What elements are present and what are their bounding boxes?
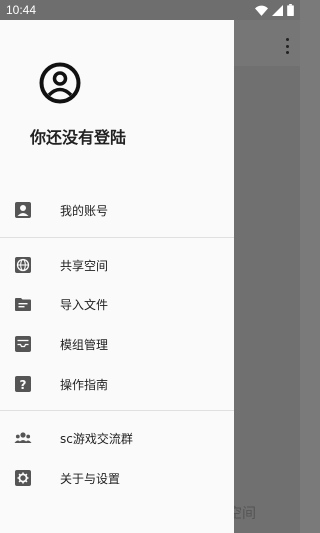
globe-icon — [15, 257, 31, 273]
menu-item-guide[interactable]: ? 操作指南 — [0, 364, 234, 404]
status-time: 10:44 — [6, 3, 37, 17]
status-bar: 10:44 — [0, 0, 300, 20]
overflow-menu-icon[interactable] — [282, 36, 292, 56]
menu-item-label: 关于与设置 — [60, 472, 121, 486]
inbox-tray-icon — [15, 336, 31, 352]
folder-icon — [15, 298, 31, 311]
menu-item-game-group[interactable]: sc游戏交流群 — [0, 418, 234, 458]
divider — [0, 237, 234, 238]
login-status-title[interactable]: 你还没有登陆 — [30, 124, 126, 148]
menu-item-my-account[interactable]: 我的账号 — [0, 190, 234, 230]
navigation-drawer: 你还没有登陆 我的账号 共享空间 导入文件 模组管理 ? 操作指南 sc游戏交流… — [0, 20, 234, 533]
menu-item-label: 导入文件 — [60, 298, 109, 312]
menu-item-label: 我的账号 — [60, 204, 109, 218]
group-icon — [14, 432, 32, 443]
menu-item-mod-management[interactable]: 模组管理 — [0, 324, 234, 364]
battery-icon — [287, 4, 294, 16]
menu-item-import-file[interactable]: 导入文件 — [0, 284, 234, 324]
account-box-icon — [15, 202, 31, 218]
svg-text:?: ? — [20, 378, 27, 392]
menu-item-about-settings[interactable]: 关于与设置 — [0, 458, 234, 498]
help-icon: ? — [15, 376, 31, 392]
signal-icon — [272, 4, 283, 16]
menu-item-label: sc游戏交流群 — [60, 432, 133, 446]
divider — [0, 410, 234, 411]
account-circle-icon[interactable] — [39, 62, 81, 104]
wifi-icon — [255, 5, 268, 16]
status-icons — [255, 4, 294, 16]
menu-item-label: 模组管理 — [60, 338, 109, 352]
menu-item-label: 操作指南 — [60, 378, 109, 392]
menu-item-label: 共享空间 — [60, 259, 109, 273]
gear-icon — [15, 470, 31, 486]
menu-item-shared-space[interactable]: 共享空间 — [0, 245, 234, 285]
